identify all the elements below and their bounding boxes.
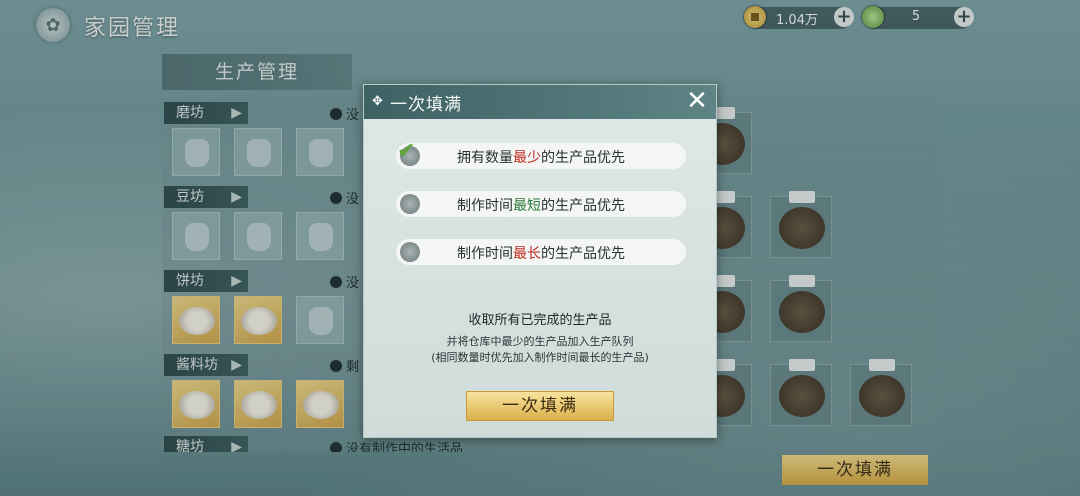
option-shortest-time[interactable]: 制作时间最短的生产品优先 xyxy=(396,191,686,217)
fill-dialog: ✥ 一次填满 ✕ ✔ 拥有数量最少的生产品优先 制作时间最短的生产品优先 制作时… xyxy=(363,84,717,438)
option-label: 拥有数量最少的生产品优先 xyxy=(457,150,625,166)
option-label: 制作时间最短的生产品优先 xyxy=(457,198,625,214)
dialog-title: 一次填满 xyxy=(390,95,462,115)
dialog-header: ✥ 一次填满 ✕ xyxy=(364,85,716,119)
confirm-fill-button[interactable]: 一次填满 xyxy=(466,391,614,421)
flower-icon: ✥ xyxy=(372,94,383,109)
dialog-description: 收取所有已完成的生产品 xyxy=(468,313,612,328)
option-label: 制作时间最长的生产品优先 xyxy=(457,246,625,262)
close-icon[interactable]: ✕ xyxy=(682,86,712,116)
dialog-description-detail: 并将仓库中最少的生产品加入生产队列 xyxy=(446,335,634,348)
option-least-quantity[interactable]: ✔ 拥有数量最少的生产品优先 xyxy=(396,139,686,169)
dialog-description-note: (相同数量时优先加入制作时间最长的生产品) xyxy=(431,351,649,364)
option-longest-time[interactable]: 制作时间最长的生产品优先 xyxy=(396,239,686,265)
